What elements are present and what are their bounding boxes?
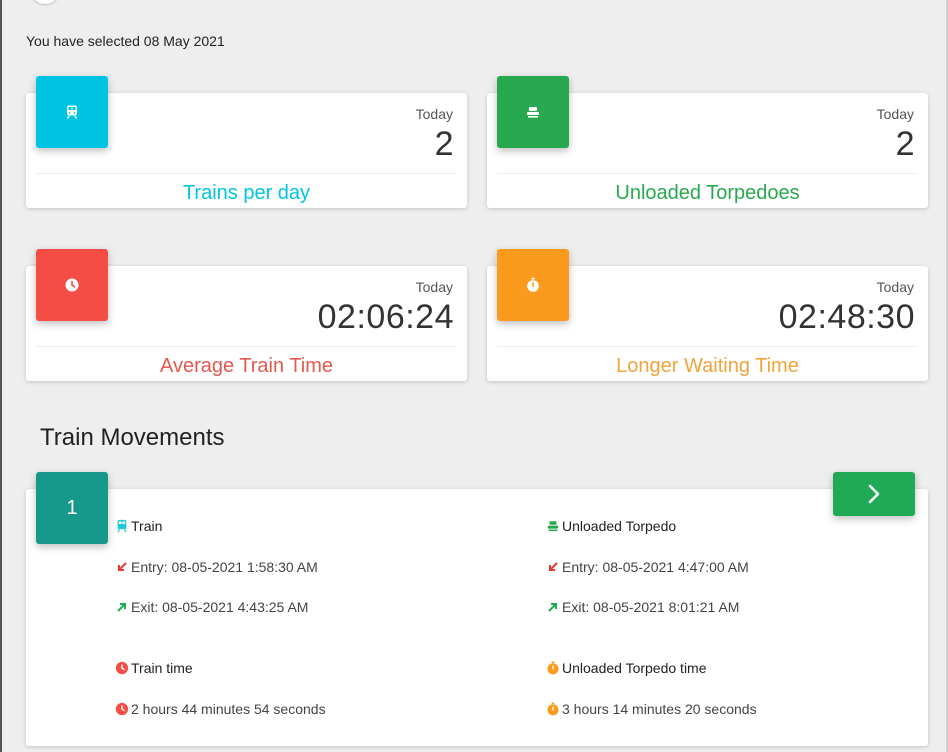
trains-caption: Today [415,106,453,122]
train-time-value-row: 2 hours 44 minutes 54 seconds [115,701,326,717]
trains-per-day-card: Today 2 Trains per day [26,76,467,208]
train-time-value: 2 hours 44 minutes 54 seconds [131,701,326,717]
clock-icon [115,702,129,716]
stopwatch-icon [546,661,560,675]
train-exit-text: Exit: 08-05-2021 4:43:25 AM [131,599,309,615]
window-left-edge [0,0,2,752]
stopwatch-icon [546,702,560,716]
exit-arrow-icon [115,600,129,614]
longer-waiting-time-card: Today 02:48:30 Longer Waiting Time [487,249,928,381]
entry-arrow-icon [546,560,560,574]
avg-value: 02:06:24 [317,298,454,336]
torpedo-exit-text: Exit: 08-05-2021 8:01:21 AM [562,599,740,615]
top-control[interactable] [30,0,60,4]
train-time-heading: Train time [115,660,193,676]
unloaded-value: 2 [895,125,915,163]
torpedo-title: Unloaded Torpedo [562,518,677,534]
next-button[interactable] [833,472,915,516]
torpedo-time-heading: Unloaded Torpedo time [546,660,707,676]
clock-icon [36,249,108,321]
torpedo-time-value: 3 hours 14 minutes 20 seconds [562,701,757,717]
exit-arrow-icon [546,600,560,614]
train-heading: Train [115,518,162,534]
torpedo-time-title: Unloaded Torpedo time [562,660,707,676]
torpedo-time-value-row: 3 hours 14 minutes 20 seconds [546,701,757,717]
train-time-title: Train time [131,660,193,676]
torpedo-exit: Exit: 08-05-2021 8:01:21 AM [546,599,739,615]
average-train-time-card: Today 02:06:24 Average Train Time [26,249,467,381]
train-entry: Entry: 08-05-2021 1:58:30 AM [115,559,318,575]
trains-label: Trains per day [182,182,311,204]
train-icon [115,519,129,533]
torpedo-icon [546,519,560,533]
entry-arrow-icon [115,560,129,574]
avg-caption: Today [415,279,453,295]
wait-value: 02:48:30 [778,298,915,336]
divider [36,346,457,347]
train-entry-text: Entry: 08-05-2021 1:58:30 AM [131,559,318,575]
section-title: Train Movements [40,424,225,451]
torpedo-entry: Entry: 08-05-2021 4:47:00 AM [546,559,749,575]
train-icon [36,76,108,148]
divider [36,173,457,174]
unloaded-torpedoes-card: Today 2 Unloaded Torpedoes [487,76,928,208]
divider [497,346,918,347]
trains-value: 2 [434,125,454,163]
torpedo-icon [497,76,569,148]
wait-caption: Today [876,279,914,295]
movement-index-badge: 1 [36,472,108,544]
clock-icon [115,661,129,675]
torpedo-entry-text: Entry: 08-05-2021 4:47:00 AM [562,559,749,575]
unloaded-caption: Today [876,106,914,122]
chevron-right-icon [868,484,880,504]
train-exit: Exit: 08-05-2021 4:43:25 AM [115,599,308,615]
divider [497,173,918,174]
wait-label: Longer Waiting Time [616,355,799,377]
selected-date-text: You have selected 08 May 2021 [26,33,225,49]
torpedo-heading: Unloaded Torpedo [546,518,676,534]
unloaded-label: Unloaded Torpedoes [615,182,800,204]
avg-label: Average Train Time [159,355,334,377]
stopwatch-icon [497,249,569,321]
train-title: Train [131,518,163,534]
